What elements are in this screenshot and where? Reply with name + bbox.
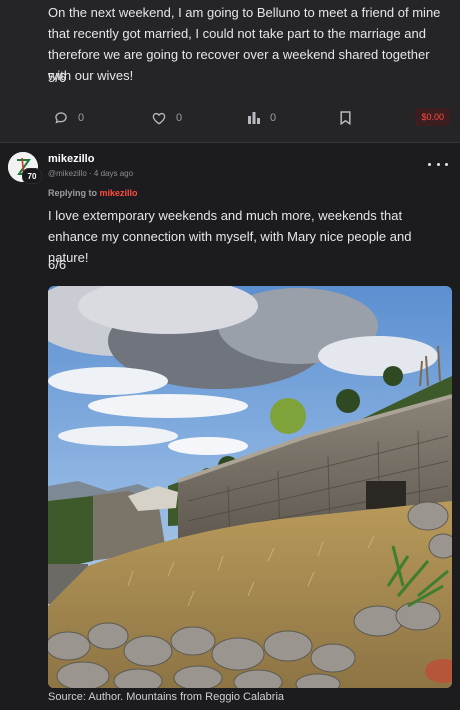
comment-count: 0 [78, 112, 85, 124]
author-handle[interactable]: @mikezillo [48, 169, 87, 178]
post-image[interactable] [48, 286, 452, 688]
replying-to: Replying to mikezillo [48, 188, 138, 198]
more-icon [428, 162, 431, 166]
post-divider [0, 142, 460, 143]
post-text: I love extemporary weekends and much mor… [48, 208, 412, 265]
views-indicator[interactable]: 0 [248, 108, 276, 128]
comment-icon [55, 112, 67, 124]
landscape-photo [48, 286, 452, 688]
comment-button[interactable]: 0 [54, 108, 84, 128]
previous-post: On the next weekend, I am going to Bellu… [0, 0, 460, 142]
post-actions: 0 0 0 $0.00 [48, 108, 452, 128]
post-time: 4 days ago [93, 169, 134, 178]
views-count: 0 [270, 112, 277, 124]
reply-mention-link[interactable]: mikezillo [100, 188, 138, 198]
like-button[interactable]: 0 [152, 108, 182, 128]
tip-button[interactable]: $0.00 [415, 108, 450, 126]
post-text: On the next weekend, I am going to Bellu… [48, 5, 441, 83]
views-icon [248, 112, 260, 124]
reputation-badge: 70 [22, 168, 42, 184]
bookmark-button[interactable] [340, 108, 351, 128]
replying-label: Replying to [48, 188, 97, 198]
thread-page-number: 6/6 [48, 257, 67, 272]
like-count: 0 [176, 112, 183, 124]
author-meta: @mikezillo · 4 days ago [48, 169, 133, 178]
author-name[interactable]: mikezillo [48, 153, 94, 165]
heart-icon [152, 112, 166, 124]
bookmark-icon [340, 111, 351, 125]
more-options-button[interactable] [428, 158, 448, 170]
thread-page-number: 5/6 [48, 70, 67, 85]
image-caption: Source: Author. Mountains from Reggio Ca… [48, 691, 285, 703]
